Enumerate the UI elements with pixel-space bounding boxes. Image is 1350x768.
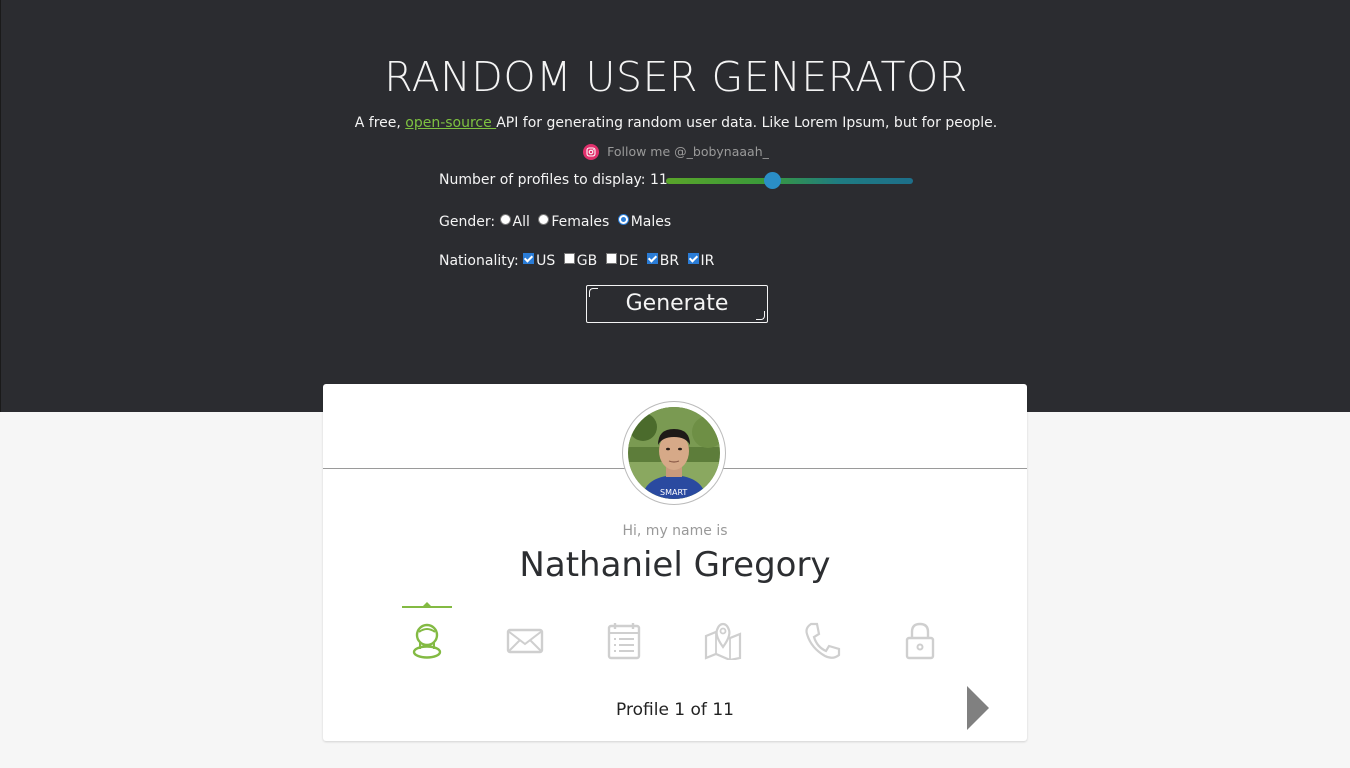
follow-link[interactable]: Follow me @_bobynaaah_	[1, 144, 1350, 160]
avatar: SMART	[628, 407, 720, 499]
nationality-option-label: DE	[618, 253, 639, 269]
phone-icon	[805, 622, 841, 659]
calendar-icon	[607, 623, 641, 660]
gender-radio-males[interactable]	[617, 214, 629, 225]
follow-text: Follow me @_bobynaaah_	[607, 144, 769, 159]
avatar-frame: SMART	[622, 401, 726, 505]
gender-radio-females[interactable]	[538, 214, 550, 225]
tab-location[interactable]	[698, 604, 748, 662]
nationality-option-gb[interactable]: GB	[563, 253, 598, 269]
tab-birthday[interactable]	[599, 604, 649, 662]
subtitle-text-before: A free,	[354, 115, 406, 131]
gender-label: Gender:	[439, 214, 496, 230]
hero-header: RANDOM USER GENERATOR A free, open-sourc…	[0, 0, 1350, 412]
gender-control: Gender: All Females Males	[439, 214, 675, 232]
nationality-checkbox-gb[interactable]	[563, 253, 575, 264]
nationality-option-ir[interactable]: IR	[687, 253, 715, 269]
tab-phone[interactable]	[797, 604, 847, 662]
next-profile-arrow-icon[interactable]	[967, 686, 989, 730]
nationality-control: Nationality: US GB DE BR IR	[439, 253, 718, 271]
svg-text:SMART: SMART	[660, 488, 687, 497]
tab-password[interactable]	[895, 604, 945, 662]
user-icon	[412, 623, 442, 659]
gender-option-label: Females	[551, 214, 610, 230]
profiles-control: Number of profiles to display: 11	[439, 172, 919, 190]
page-title: RANDOM USER GENERATOR	[384, 53, 968, 101]
nationality-checkbox-de[interactable]	[605, 253, 617, 264]
nationality-option-de[interactable]: DE	[605, 253, 639, 269]
gender-option-males[interactable]: Males	[617, 214, 672, 230]
nationality-checkbox-us[interactable]	[523, 253, 535, 264]
profiles-slider[interactable]	[666, 172, 913, 189]
tab-user[interactable]	[402, 602, 452, 662]
nationality-checkbox-ir[interactable]	[687, 253, 699, 264]
instagram-icon	[583, 144, 600, 160]
nationality-checkbox-br[interactable]	[646, 253, 658, 264]
nationality-option-label: US	[536, 253, 556, 269]
slider-knob[interactable]	[764, 172, 781, 189]
info-tabs	[323, 602, 1027, 664]
gender-option-label: All	[512, 214, 530, 230]
nationality-option-label: GB	[576, 253, 598, 269]
tab-email[interactable]	[500, 604, 550, 662]
gender-option-females[interactable]: Females	[538, 214, 609, 230]
profile-counter: Profile 1 of 11	[616, 700, 734, 720]
subtitle-text-after: API for generating random user data. Lik…	[496, 115, 998, 131]
profiles-label: Number of profiles to display: 11	[439, 172, 668, 188]
gender-radio-all[interactable]	[499, 214, 511, 225]
nationality-option-br[interactable]: BR	[646, 253, 680, 269]
generate-button[interactable]: Generate	[586, 285, 768, 323]
user-card: SMART Hi, my name is Nathaniel Gregory P…	[323, 384, 1027, 741]
gender-option-all[interactable]: All	[499, 214, 530, 230]
page-subtitle: A free, open-source API for generating r…	[1, 114, 1350, 132]
open-source-link[interactable]: open-source	[405, 115, 496, 131]
lock-icon	[905, 622, 935, 660]
greeting-text: Hi, my name is	[622, 523, 728, 539]
nationality-option-label: BR	[659, 253, 680, 269]
map-icon	[704, 622, 742, 660]
gender-option-label: Males	[630, 214, 672, 230]
mail-icon	[506, 628, 544, 654]
nationality-label: Nationality:	[439, 253, 519, 269]
user-name: Nathaniel Gregory	[519, 545, 831, 585]
nationality-option-label: IR	[700, 253, 715, 269]
nationality-option-us[interactable]: US	[523, 253, 555, 269]
